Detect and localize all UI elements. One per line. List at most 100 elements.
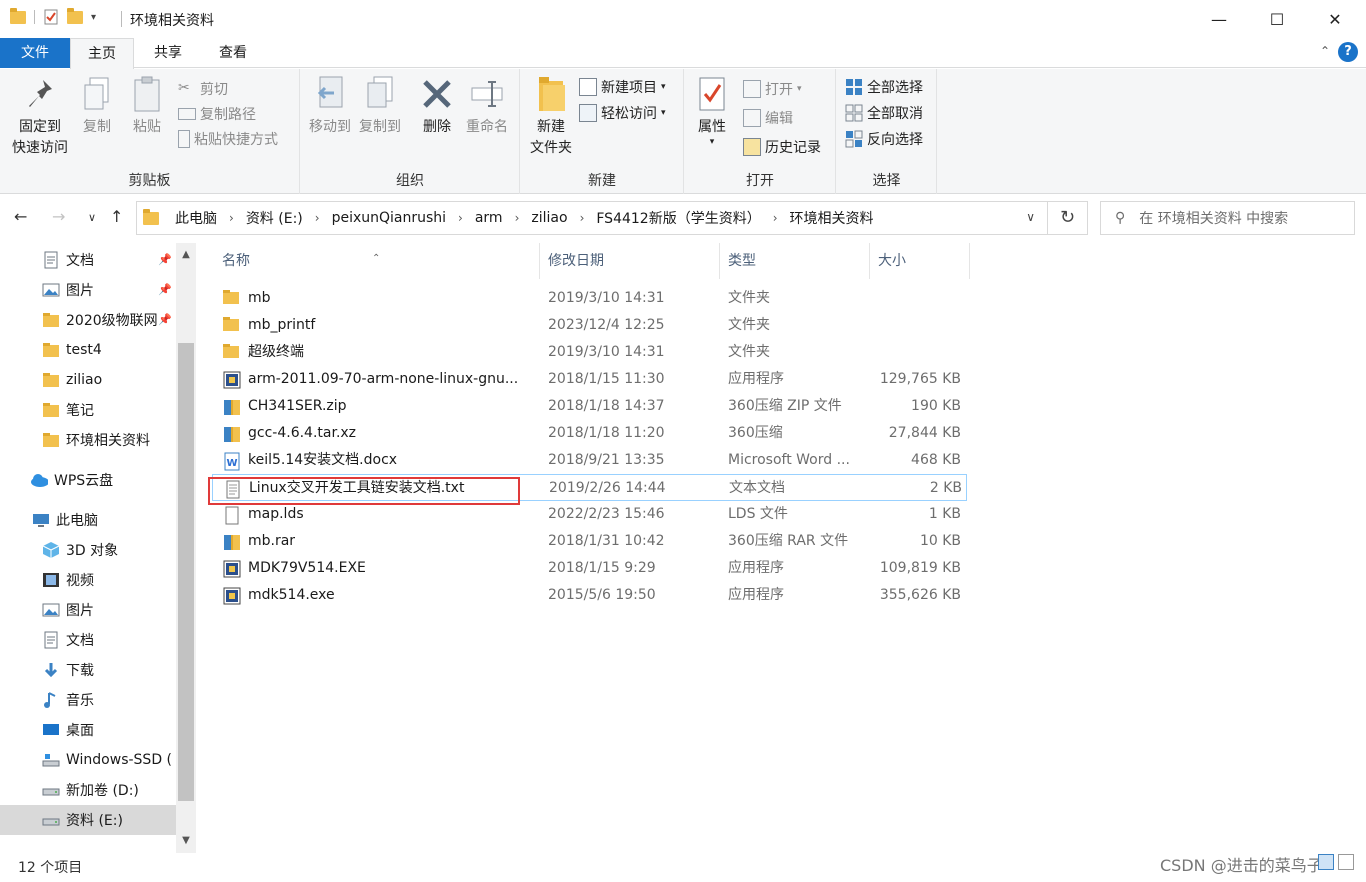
file-row[interactable]: CH341SER.zip 2018/1/18 14:37 360压缩 ZIP 文件 1…	[212, 393, 967, 420]
nav-item[interactable]: 新加卷 (D:)	[0, 775, 176, 805]
pin-icon: 📌	[158, 283, 172, 296]
nav-item[interactable]: 视频	[0, 565, 176, 595]
chevron-right-icon[interactable]: ›	[229, 211, 234, 225]
file-row[interactable]: mb.rar 2018/1/31 10:42 360压缩 RAR 文件 10 KB	[212, 528, 967, 555]
properties-icon[interactable]	[43, 9, 59, 25]
nav-item[interactable]: test4	[0, 335, 176, 365]
open-button[interactable]: 打开 ▾	[743, 79, 802, 99]
new-folder-icon[interactable]	[67, 7, 83, 24]
details-view-icon[interactable]	[1318, 854, 1334, 870]
nav-item[interactable]: 笔记	[0, 395, 176, 425]
refresh-button[interactable]: ↻	[1048, 201, 1088, 235]
file-row[interactable]: Wkeil5.14安装文档.docx 2018/9/21 13:35 Microso…	[212, 447, 967, 474]
tab-file[interactable]: 文件	[0, 38, 70, 68]
properties-button[interactable]: 属性 ▾	[691, 75, 733, 147]
easy-access-button[interactable]: 轻松访问 ▾	[579, 103, 666, 123]
file-size: 190 KB	[911, 398, 961, 414]
nav-item[interactable]: 3D 对象	[0, 535, 176, 565]
nav-item[interactable]: 音乐	[0, 685, 176, 715]
up-arrow-icon[interactable]: ↑	[110, 207, 123, 226]
nav-item[interactable]: 2020级物联网 📌	[0, 305, 176, 335]
file-row[interactable]: arm-2011.09-70-arm-none-linux-gnu... 2018…	[212, 366, 967, 393]
address-bar[interactable]: 此电脑 › 资料 (E:) › peixunQianrushi › arm › zili…	[136, 201, 1048, 235]
address-history-icon[interactable]: ∨	[1026, 210, 1035, 224]
column-header-name[interactable]: 名称 ⌃	[212, 243, 540, 279]
rename-button[interactable]: 重命名	[461, 75, 513, 138]
folder-icon	[42, 341, 60, 359]
copy-to-button[interactable]: 复制到	[355, 75, 405, 138]
nav-item[interactable]: 桌面	[0, 715, 176, 745]
file-row[interactable]: map.lds 2022/2/23 15:46 LDS 文件 1 KB	[212, 501, 967, 528]
nav-item[interactable]: ziliao	[0, 365, 176, 395]
chevron-right-icon[interactable]: ›	[458, 211, 463, 225]
tab-home[interactable]: 主页	[70, 38, 134, 69]
maximize-button[interactable]: ☐	[1248, 0, 1306, 38]
open-group-label: 打开	[746, 173, 774, 189]
tab-share[interactable]: 共享	[140, 38, 196, 68]
paste-button[interactable]: 粘贴	[124, 75, 170, 138]
close-button[interactable]: ✕	[1306, 0, 1364, 38]
column-header-type[interactable]: 类型	[718, 243, 870, 279]
minimize-button[interactable]: —	[1190, 0, 1248, 38]
file-name: map.lds	[248, 506, 304, 522]
copy-path-button[interactable]: 复制路径	[178, 104, 256, 124]
nav-item[interactable]: 文档	[0, 625, 176, 655]
recent-locations-icon[interactable]: ∨	[88, 211, 96, 224]
select-all-button[interactable]: 全部选择	[845, 77, 923, 97]
nav-item[interactable]: 文档 📌	[0, 245, 176, 275]
nav-item[interactable]: 图片 📌	[0, 275, 176, 305]
copy-button[interactable]: 复制	[76, 75, 118, 138]
delete-button[interactable]: 删除	[417, 75, 457, 138]
breadcrumb-item[interactable]: FS4412新版（学生资料）	[596, 208, 760, 228]
nav-scrollbar[interactable]: ▲ ▼	[176, 243, 196, 853]
history-button[interactable]: 历史记录	[743, 137, 821, 157]
collapse-ribbon-icon[interactable]: ⌃	[1320, 44, 1330, 58]
nav-item[interactable]: WPS云盘	[0, 465, 176, 495]
file-row[interactable]: MDK79V514.EXE 2018/1/15 9:29 应用程序 109,819 K…	[212, 555, 967, 582]
paste-shortcut-button[interactable]: 粘贴快捷方式	[178, 129, 278, 149]
chevron-right-icon[interactable]: ›	[315, 211, 320, 225]
nav-item[interactable]: 此电脑	[0, 505, 176, 535]
large-icons-view-icon[interactable]	[1338, 854, 1354, 870]
nav-item-label: 文档	[66, 633, 94, 649]
scroll-down-icon[interactable]: ▼	[176, 835, 196, 846]
file-row[interactable]: 超级终端 2019/3/10 14:31 文件夹	[212, 339, 967, 366]
scrollbar-thumb[interactable]	[178, 343, 194, 801]
new-item-button[interactable]: 新建项目 ▾	[579, 77, 666, 97]
column-header-date[interactable]: 修改日期	[538, 243, 720, 279]
breadcrumb-item[interactable]: 环境相关资料	[790, 208, 874, 228]
pin-to-quick-access-button[interactable]: 固定到 快速访问	[8, 75, 72, 159]
tab-view[interactable]: 查看	[202, 38, 264, 68]
invert-selection-button[interactable]: 反向选择	[845, 129, 923, 149]
search-box[interactable]: ⚲ 在 环境相关资料 中搜索	[1100, 201, 1355, 235]
back-arrow-icon[interactable]: ←	[14, 207, 27, 226]
select-none-button[interactable]: 全部取消	[845, 103, 923, 123]
cut-button[interactable]: ✂ 剪切	[178, 79, 228, 99]
file-row[interactable]: mb_printf 2023/12/4 12:25 文件夹	[212, 312, 967, 339]
new-folder-button[interactable]: 新建 文件夹	[523, 75, 579, 159]
nav-item[interactable]: 图片	[0, 595, 176, 625]
nav-item[interactable]: 下载	[0, 655, 176, 685]
chevron-right-icon[interactable]: ›	[580, 211, 585, 225]
help-icon[interactable]: ?	[1338, 42, 1358, 62]
chevron-right-icon[interactable]: ›	[515, 211, 520, 225]
customize-toolbar-icon[interactable]: ▾	[91, 12, 96, 23]
nav-item[interactable]: 环境相关资料	[0, 425, 176, 455]
chevron-right-icon[interactable]: ›	[773, 211, 778, 225]
scroll-up-icon[interactable]: ▲	[176, 249, 196, 260]
breadcrumb-item[interactable]: peixunQianrushi	[332, 210, 446, 226]
nav-item[interactable]: 资料 (E:)	[0, 805, 176, 835]
breadcrumb-item[interactable]: 资料 (E:)	[246, 208, 303, 228]
breadcrumb-item[interactable]: arm	[475, 210, 503, 226]
breadcrumb-item[interactable]: ziliao	[531, 210, 567, 226]
edit-button[interactable]: 编辑	[743, 108, 793, 128]
file-row[interactable]: mb 2019/3/10 14:31 文件夹	[212, 285, 967, 312]
column-header-size[interactable]: 大小	[868, 243, 970, 279]
file-row[interactable]: mdk514.exe 2015/5/6 19:50 应用程序 355,626 KB	[212, 582, 967, 609]
forward-arrow-icon[interactable]: →	[52, 207, 65, 226]
nav-item[interactable]: Windows-SSD (	[0, 745, 176, 775]
move-to-button[interactable]: 移动到	[305, 75, 355, 138]
folder-icon[interactable]	[10, 7, 26, 24]
breadcrumb-item[interactable]: 此电脑	[175, 208, 217, 228]
file-row[interactable]: gcc-4.6.4.tar.xz 2018/1/18 11:20 360压缩 27,8…	[212, 420, 967, 447]
